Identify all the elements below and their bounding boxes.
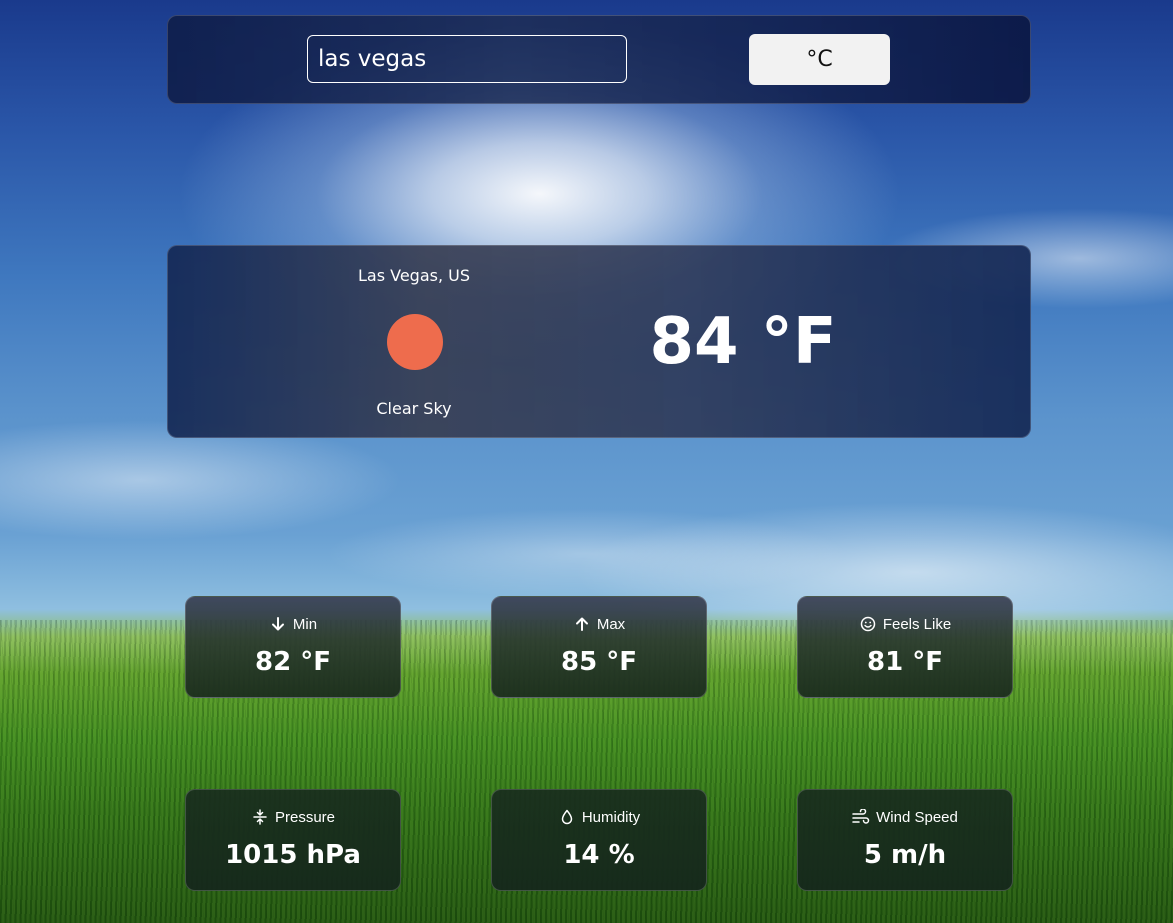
- smiley-icon: [859, 615, 877, 633]
- stat-card-humidity: Humidity 14 %: [491, 789, 707, 891]
- stat-value-pressure: 1015 hPa: [225, 840, 361, 870]
- stat-card-max: Max 85 °F: [491, 596, 707, 698]
- location-label: Las Vegas, US: [357, 266, 471, 285]
- unit-toggle-button[interactable]: °C: [749, 34, 890, 85]
- stat-card-wind-speed: Wind Speed 5 m/h: [797, 789, 1013, 891]
- stat-value-wind-speed: 5 m/h: [863, 840, 947, 870]
- stat-label-min: Min: [292, 615, 318, 633]
- stat-card-pressure: Pressure 1015 hPa: [185, 789, 401, 891]
- stat-label-max: Max: [596, 615, 626, 633]
- stat-value-min: 82 °F: [255, 647, 331, 677]
- stat-card-feels-like: Feels Like 81 °F: [797, 596, 1013, 698]
- stat-value-max: 85 °F: [561, 647, 637, 677]
- arrow-down-icon: [269, 615, 287, 633]
- stat-label-feels-like: Feels Like: [882, 615, 952, 633]
- stat-label-wind-speed: Wind Speed: [876, 808, 958, 826]
- current-temperature: 84 °F: [649, 305, 837, 379]
- condition-label: Clear Sky: [376, 399, 452, 418]
- wind-icon: [852, 808, 870, 826]
- stat-value-feels-like: 81 °F: [867, 647, 943, 677]
- stat-card-min: Min 82 °F: [185, 596, 401, 698]
- city-search-input[interactable]: [307, 35, 627, 83]
- stat-label-pressure: Pressure: [274, 808, 336, 826]
- stat-value-humidity: 14 %: [563, 840, 635, 870]
- sun-icon: [387, 314, 443, 370]
- droplet-icon: [558, 808, 576, 826]
- pressure-icon: [251, 808, 269, 826]
- current-weather-panel: Las Vegas, US Clear Sky 84 °F: [167, 245, 1031, 438]
- stat-label-humidity: Humidity: [581, 808, 641, 826]
- background-landscape: [0, 0, 1173, 923]
- search-bar: °C: [167, 15, 1031, 104]
- arrow-up-icon: [573, 615, 591, 633]
